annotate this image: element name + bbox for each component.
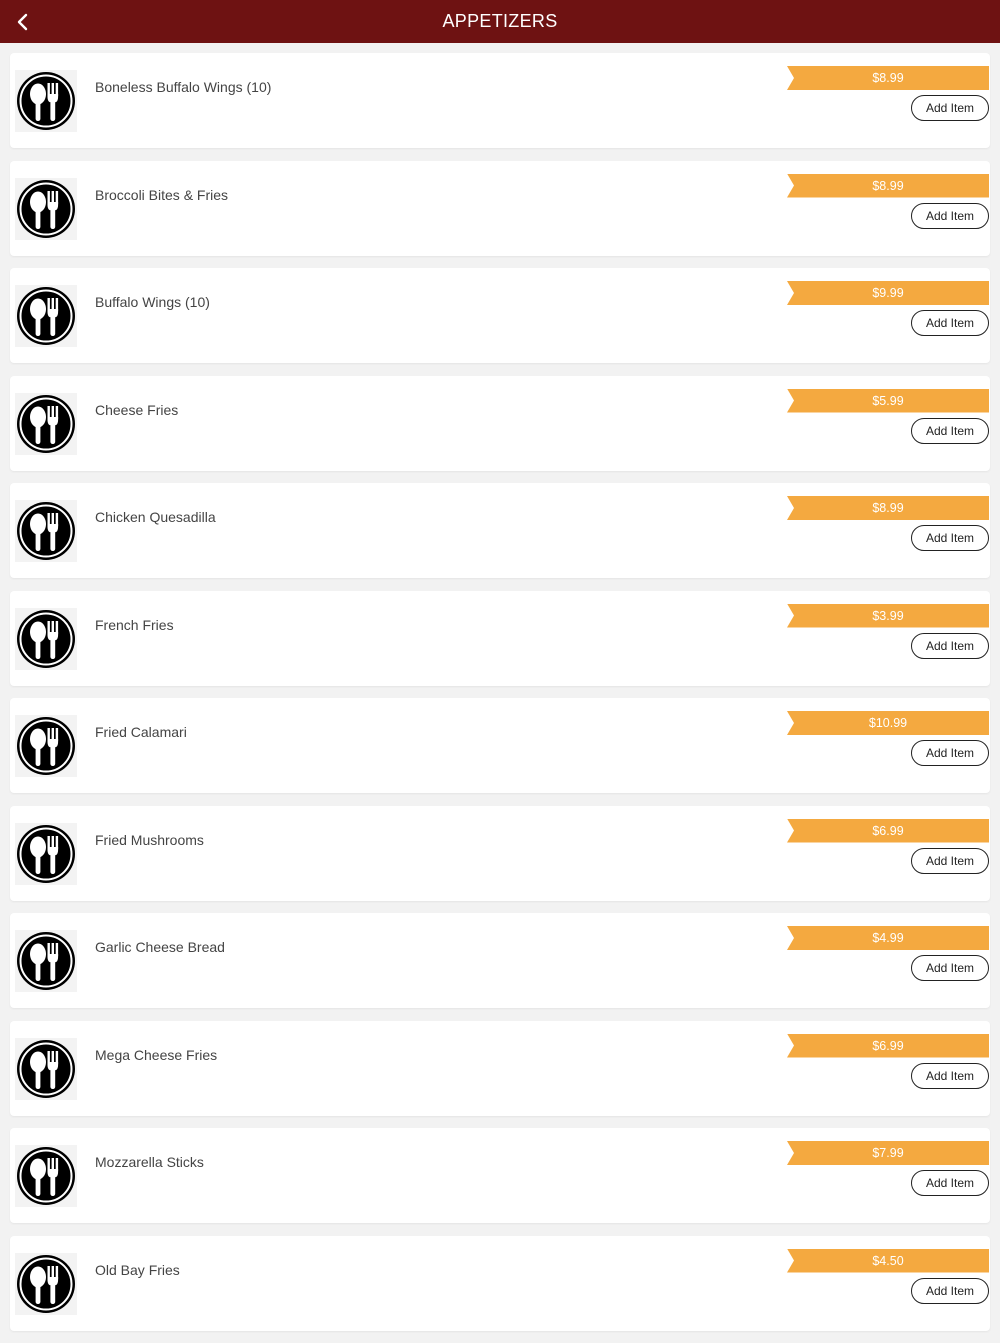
menu-item-card[interactable]: Old Bay Fries $4.50 Add Item <box>10 1235 990 1331</box>
menu-item-name: Fried Mushrooms <box>95 831 204 848</box>
utensils-icon <box>15 1145 77 1207</box>
menu-item-card[interactable]: Fried Calamari $10.99 Add Item <box>10 698 990 793</box>
menu-item-card[interactable]: Boneless Buffalo Wings (10) $8.99 Add It… <box>10 53 990 148</box>
utensils-icon <box>15 715 77 777</box>
price-badge: $9.99 <box>787 281 989 305</box>
menu-item-card[interactable]: Garlic Cheese Bread $4.99 Add Item <box>10 913 990 1008</box>
menu-item-card[interactable]: Mega Cheese Fries $6.99 Add Item <box>10 1020 990 1116</box>
add-item-button[interactable]: Add Item <box>911 1170 989 1196</box>
utensils-icon <box>15 1252 77 1315</box>
menu-item-name: Cheese Fries <box>95 401 179 418</box>
menu-item-card[interactable]: Mozzarella Sticks $7.99 Add Item <box>10 1128 990 1223</box>
header-bar: APPETIZERS <box>0 0 1000 43</box>
utensils-icon <box>15 1037 77 1100</box>
menu-item-list: Boneless Buffalo Wings (10) $8.99 Add It… <box>10 53 990 1343</box>
add-item-button[interactable]: Add Item <box>911 95 989 121</box>
menu-item-card[interactable]: French Fries $3.99 Add Item <box>10 590 990 686</box>
price-badge: $6.99 <box>787 1033 989 1058</box>
utensils-icon <box>15 392 77 455</box>
price-badge: $3.99 <box>787 603 989 628</box>
menu-item-name: Fried Calamari <box>95 724 187 740</box>
price-badge: $10.99 <box>787 711 989 735</box>
price-badge: $6.99 <box>787 818 989 843</box>
price-badge: $8.99 <box>787 496 989 520</box>
price-badge: $5.99 <box>787 388 989 413</box>
menu-item-card[interactable]: Fried Mushrooms $6.99 Add Item <box>10 805 990 901</box>
menu-item-card[interactable]: Buffalo Wings (10) $9.99 Add Item <box>10 268 990 363</box>
utensils-icon <box>15 930 77 992</box>
menu-item-name: Mega Cheese Fries <box>95 1046 218 1063</box>
menu-item-name: Mozzarella Sticks <box>95 1154 204 1170</box>
utensils-icon <box>15 285 77 347</box>
menu-item-name: Chicken Quesadilla <box>95 509 216 525</box>
add-item-button[interactable]: Add Item <box>911 740 989 766</box>
add-item-button[interactable]: Add Item <box>911 1277 989 1304</box>
utensils-icon <box>15 607 77 670</box>
add-item-button[interactable]: Add Item <box>911 632 989 659</box>
add-item-button[interactable]: Add Item <box>911 525 989 551</box>
menu-item-name: Buffalo Wings (10) <box>95 294 210 310</box>
menu-item-card[interactable]: Chicken Quesadilla $8.99 Add Item <box>10 483 990 578</box>
utensils-icon <box>15 177 77 240</box>
menu-item-name: Old Bay Fries <box>95 1261 180 1278</box>
menu-item-name: Boneless Buffalo Wings (10) <box>95 79 272 95</box>
menu-item-card[interactable]: Cheese Fries $5.99 Add Item <box>10 375 990 471</box>
price-badge: $4.99 <box>787 926 989 950</box>
menu-item-name: French Fries <box>95 616 174 633</box>
utensils-icon <box>15 500 77 562</box>
add-item-button[interactable]: Add Item <box>911 1062 989 1089</box>
add-item-button[interactable]: Add Item <box>911 417 989 444</box>
price-badge: $4.50 <box>787 1248 989 1273</box>
price-badge: $7.99 <box>787 1141 989 1165</box>
add-item-button[interactable]: Add Item <box>911 847 989 874</box>
menu-item-card[interactable]: Broccoli Bites & Fries $8.99 Add Item <box>10 160 990 256</box>
add-item-button[interactable]: Add Item <box>911 955 989 981</box>
price-badge: $8.99 <box>787 173 989 198</box>
price-badge: $8.99 <box>787 66 989 90</box>
menu-item-name: Garlic Cheese Bread <box>95 939 225 955</box>
add-item-button[interactable]: Add Item <box>911 202 989 229</box>
menu-item-name: Broccoli Bites & Fries <box>95 186 229 203</box>
add-item-button[interactable]: Add Item <box>911 310 989 336</box>
page-title: APPETIZERS <box>442 11 558 31</box>
utensils-icon <box>15 822 77 885</box>
utensils-icon <box>15 70 77 132</box>
